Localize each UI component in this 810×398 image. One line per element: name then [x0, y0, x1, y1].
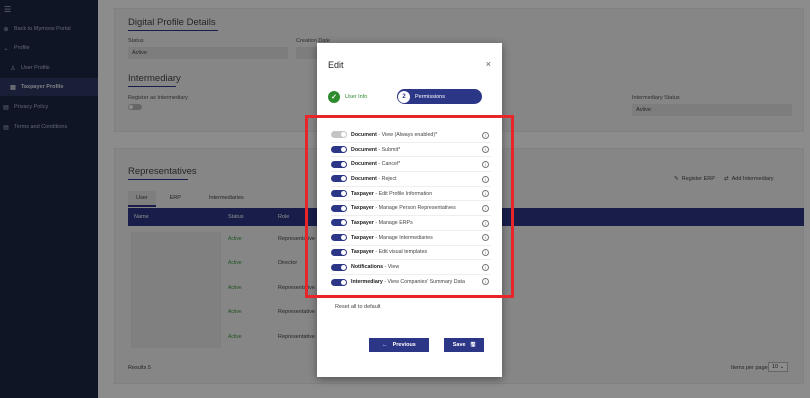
step-number: 2 — [398, 90, 410, 103]
step-user-info[interactable]: ✓ User Info — [328, 89, 398, 104]
step-label: User Info — [345, 93, 368, 100]
checkmark-icon: ✓ — [328, 90, 340, 103]
previous-button[interactable]: ← Previous — [369, 338, 429, 352]
save-button[interactable]: Save 🖫 — [444, 338, 484, 352]
modal-title: Edit — [328, 60, 344, 70]
close-icon[interactable]: × — [486, 59, 491, 69]
previous-label: Previous — [392, 342, 416, 348]
highlight-box — [305, 115, 514, 298]
save-label: Save — [452, 342, 466, 348]
stepper: ✓ User Info 2 Permissions — [328, 89, 482, 104]
save-icon: 🖫 — [470, 341, 476, 348]
step-label: Permissions — [415, 93, 445, 100]
arrow-left-icon: ← — [382, 342, 388, 348]
step-permissions[interactable]: 2 Permissions — [397, 89, 482, 104]
reset-default-link[interactable]: Reset all to default — [335, 304, 381, 310]
